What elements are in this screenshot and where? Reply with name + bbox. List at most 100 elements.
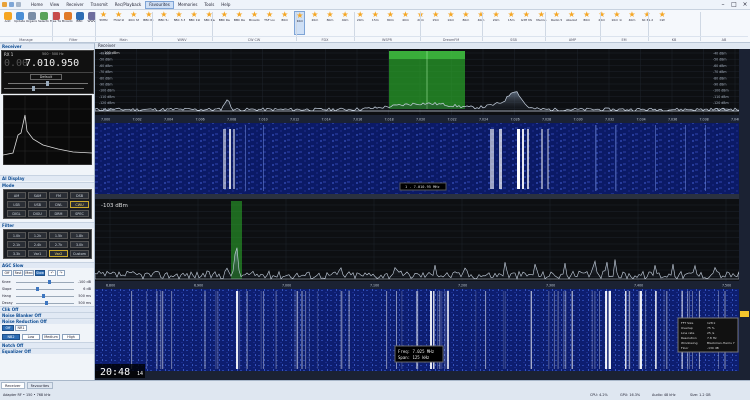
menu-memories[interactable]: Memories xyxy=(175,1,201,9)
nb-level-high[interactable]: High xyxy=(62,334,80,340)
ribbon-button-3[interactable]: Selection xyxy=(38,11,49,35)
ribbon-button-6[interactable]: BBC xyxy=(74,11,85,35)
filter-var2[interactable]: Var2 xyxy=(49,250,68,257)
agc-slow[interactable]: Slow xyxy=(35,270,45,276)
ribbon-button-33[interactable]: ★ 40m xyxy=(476,11,487,35)
save-icon[interactable] xyxy=(9,2,14,7)
ribbon-button-9[interactable]: ★7542 kHz xyxy=(113,11,124,35)
ribbon-button-30[interactable]: ★ 15m xyxy=(430,11,441,35)
ribbon-button-36[interactable]: ★G3H Marina xyxy=(521,11,532,35)
menu-transmit[interactable]: Transmit xyxy=(88,1,111,9)
ribbon-button-28[interactable]: ★ 40m xyxy=(400,11,411,35)
ribbon-button-31[interactable]: ★ 10m xyxy=(445,11,456,35)
nr-nr1[interactable]: NR1 xyxy=(15,325,27,331)
menu-home[interactable]: Home xyxy=(28,1,46,9)
slider-knob[interactable] xyxy=(47,280,51,284)
ribbon-button-18[interactable]: ★Broadcast FM x5 xyxy=(249,11,260,35)
ribbon-button-8[interactable]: ★ 5MHz xyxy=(98,11,109,35)
undo-icon[interactable] xyxy=(16,2,21,7)
ribbon-button-39[interactable]: ★Absolute Radio xyxy=(566,11,577,35)
ribbon-button-20[interactable]: ★ 80m xyxy=(279,11,290,35)
ribbon-button-14[interactable]: ★BBC 198.5 xyxy=(189,11,200,35)
ribbon-button-22[interactable]: ★ 20m xyxy=(309,11,320,35)
undo-icon[interactable]: ↶ xyxy=(48,270,56,276)
mode-lsb[interactable]: LSB xyxy=(7,201,26,208)
display-section-title[interactable]: AI Display xyxy=(0,175,94,181)
mode-section-title[interactable]: Mode xyxy=(0,182,94,188)
maximize-button[interactable]: □ xyxy=(729,0,739,10)
filter-18k[interactable]: 1.8k xyxy=(70,232,89,239)
panadapter-wideband[interactable]: -103 dBm 6.800 6.900 7.000 7.100 7.200 7.300 7… xyxy=(95,199,750,380)
ribbon-button-40[interactable]: ★ 80m xyxy=(581,11,592,35)
mode-usb[interactable]: USB xyxy=(28,201,47,208)
ribbon-button-10[interactable]: ★40m SSB xyxy=(128,11,139,35)
ribbon-button-5[interactable]: Broadcast Amateur xyxy=(62,11,73,35)
mode-am[interactable]: AM xyxy=(7,192,26,199)
filter-33k[interactable]: 3.3k xyxy=(7,250,26,257)
menu-tools[interactable]: Tools xyxy=(201,1,217,9)
level-marker[interactable] xyxy=(740,311,749,317)
ribbon-button-16[interactable]: ★BBC Radio Cornwall xyxy=(219,11,230,35)
ribbon-button-19[interactable]: ★TSF Live xyxy=(264,11,275,35)
close-button[interactable]: × xyxy=(740,0,750,10)
slider-knob[interactable] xyxy=(36,287,40,291)
ribbon-button-35[interactable]: ★ 15m xyxy=(506,11,517,35)
mode-dsb[interactable]: DSB xyxy=(70,192,89,199)
tab-favourites[interactable]: Favourites xyxy=(26,382,54,389)
minimize-button[interactable]: – xyxy=(718,0,728,10)
slider-knee[interactable]: Knee -100 dB xyxy=(2,279,93,285)
menu-favourites[interactable]: Favourites xyxy=(145,1,174,9)
nb-level-nb2[interactable]: NB2 xyxy=(2,334,20,340)
filter-21k[interactable]: 2.1k xyxy=(7,241,26,248)
ribbon-button-15[interactable]: ★SBC Radio 1 xyxy=(204,11,215,35)
menu-help[interactable]: Help xyxy=(218,1,233,9)
mode-digl[interactable]: DIGL xyxy=(7,210,26,217)
tab-receiver[interactable]: Receiver xyxy=(1,382,25,389)
agc-fast[interactable]: Fast xyxy=(13,270,23,276)
mode-drm[interactable]: DRM xyxy=(49,210,68,217)
slider-decay[interactable]: Decay 500 ms xyxy=(2,300,93,306)
ribbon-button-41[interactable]: ★ 20m xyxy=(596,11,607,35)
nb-level-medium[interactable]: Medium xyxy=(42,334,60,340)
ribbon-button-27[interactable]: ★ 80m xyxy=(385,11,396,35)
menu-receiver[interactable]: Receiver xyxy=(63,1,86,9)
preset-select[interactable]: Default xyxy=(30,74,62,80)
ribbon-button-24[interactable]: ★ 40m xyxy=(340,11,351,35)
redo-icon[interactable]: ↷ xyxy=(57,270,65,276)
ribbon-button-45[interactable]: ★ CW xyxy=(657,11,668,35)
ribbon-button-42[interactable]: ★10m 14.9 MHz xyxy=(611,11,622,35)
noise-reduction-title[interactable]: Noise Reduction Off xyxy=(0,318,94,324)
filter-12k[interactable]: 1.2k xyxy=(28,232,47,239)
mode-fm[interactable]: FM xyxy=(49,192,68,199)
slider-knob[interactable] xyxy=(42,294,46,298)
nb-level-low[interactable]: Low xyxy=(22,334,40,340)
filter-27k[interactable]: 2.7k xyxy=(49,241,68,248)
mode-sam[interactable]: SAM xyxy=(28,192,47,199)
nr-off[interactable]: Off xyxy=(2,325,14,331)
menu-recplayback[interactable]: Rec/Playback xyxy=(112,1,144,9)
agc-off[interactable]: Off xyxy=(2,270,12,276)
menu-view[interactable]: View xyxy=(47,1,63,9)
ribbon-button-25[interactable]: ★ 20m xyxy=(355,11,366,35)
ribbon-button-23[interactable]: ★ 80m xyxy=(325,11,336,35)
volume-slider[interactable] xyxy=(46,81,49,86)
ribbon-button-2[interactable]: Organise xyxy=(26,11,37,35)
panadapter-top[interactable]: -40 dBm -40 dBm-50 dBm -50 dBm-60 dBm -60 d… xyxy=(95,49,750,194)
agc-med[interactable]: Med xyxy=(24,270,34,276)
mode-cwl[interactable]: CWL xyxy=(49,201,68,208)
ribbon-button-38[interactable]: ★Radio 5 Live xyxy=(551,11,562,35)
ribbon-button-26[interactable]: ★ 15m xyxy=(370,11,381,35)
mode-spec[interactable]: SPEC xyxy=(70,210,89,217)
agc-section-title[interactable]: AGC Slow xyxy=(0,262,94,268)
slider-knob[interactable] xyxy=(45,301,48,305)
slider-hang[interactable]: Hang 500 ms xyxy=(2,293,93,299)
mode-cwu[interactable]: CWU xyxy=(70,201,89,208)
filter-24k[interactable]: 2.4k xyxy=(28,241,47,248)
ribbon-button-32[interactable]: ★ 80m xyxy=(460,11,471,35)
filter-var1[interactable]: Var1 xyxy=(28,250,47,257)
vfo-display[interactable]: RX 1 500 · 500 Hz 0.00 7.010.950 Default xyxy=(1,50,94,94)
filter-30k[interactable]: 3.0k xyxy=(70,241,89,248)
mode-digu[interactable]: DIGU xyxy=(28,210,47,217)
ribbon-button-1[interactable]: Update xyxy=(14,11,25,35)
filter-15k[interactable]: 1.5k xyxy=(49,232,68,239)
